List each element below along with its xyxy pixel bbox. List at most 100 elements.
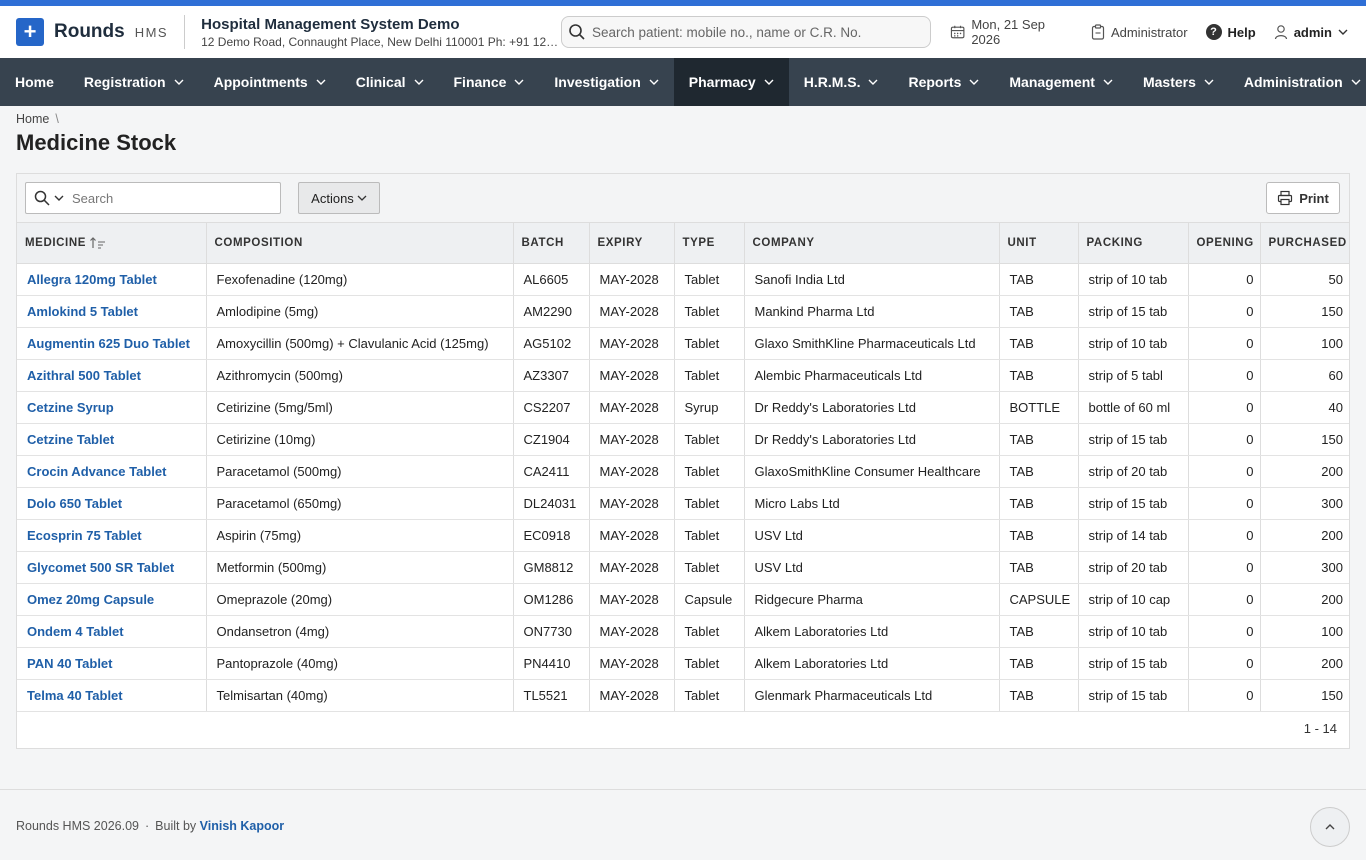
packing-cell: strip of 15 tab (1078, 423, 1189, 456)
opening-cell: 0 (1188, 583, 1261, 616)
table-row: Ecosprin 75 Tablet Aspirin (75mg) EC0918 MA… (17, 519, 1349, 552)
table-row: Ondem 4 Tablet Ondansetron (4mg) ON7730 MAY… (17, 615, 1349, 648)
column-header-batch[interactable]: BATCH (513, 223, 590, 264)
column-header-opening[interactable]: OPENING (1188, 223, 1261, 264)
nav-item-label: Registration (83, 74, 166, 90)
opening-cell: 0 (1188, 615, 1261, 648)
medicine-cell[interactable]: Crocin Advance Tablet (17, 455, 207, 488)
column-header-label: OPENING (1196, 236, 1254, 249)
batch-cell: CS2207 (513, 391, 590, 424)
nav-item-management[interactable]: Management (994, 58, 1128, 106)
opening-cell: 0 (1188, 263, 1261, 296)
breadcrumb-home[interactable]: Home (16, 112, 49, 126)
chevron-down-icon (414, 79, 423, 85)
medicine-cell[interactable]: Telma 40 Tablet (17, 679, 207, 712)
column-header-label: EXPIRY (597, 236, 643, 249)
company-cell: USV Ltd (744, 551, 1000, 584)
patient-search-input[interactable] (592, 24, 922, 40)
table-row: Cetzine Tablet Cetirizine (10mg) CZ1904 MAY… (17, 423, 1349, 456)
medicine-cell[interactable]: Omez 20mg Capsule (17, 583, 207, 616)
nav-item-reports[interactable]: Reports (893, 58, 994, 106)
column-header-composition[interactable]: COMPOSITION (206, 223, 514, 264)
medicine-cell[interactable]: Dolo 650 Tablet (17, 487, 207, 520)
nav-item-clinical[interactable]: Clinical (341, 58, 439, 106)
footer-author-link[interactable]: Vinish Kapoor (200, 819, 285, 833)
unit-cell: TAB (999, 455, 1079, 488)
scroll-to-top-button[interactable] (1310, 807, 1350, 847)
composition-cell: Telmisartan (40mg) (206, 679, 514, 712)
nav-item-finance[interactable]: Finance (439, 58, 540, 106)
logo-plus-icon[interactable]: + (16, 18, 44, 46)
table-search-box[interactable] (25, 182, 281, 214)
composition-cell: Paracetamol (650mg) (206, 487, 514, 520)
footer-built-by: Built by (155, 819, 197, 833)
medicine-cell[interactable]: Cetzine Syrup (17, 391, 207, 424)
stock-card: Actions Print MEDICINE COMPOSITION BATCH EX… (16, 173, 1350, 749)
medicine-cell[interactable]: Glycomet 500 SR Tablet (17, 551, 207, 584)
unit-cell: CAPSULE (999, 583, 1079, 616)
expiry-cell: MAY-2028 (589, 295, 675, 328)
breadcrumb: Home \ (16, 112, 59, 126)
nav-item-home[interactable]: Home (0, 58, 69, 106)
opening-cell: 0 (1188, 327, 1261, 360)
medicine-cell[interactable]: Azithral 500 Tablet (17, 359, 207, 392)
unit-cell: BOTTLE (999, 391, 1079, 424)
column-header-packing[interactable]: PACKING (1078, 223, 1189, 264)
column-header-purchased[interactable]: PURCHASED (1260, 223, 1349, 264)
column-header-unit[interactable]: UNIT (999, 223, 1079, 264)
composition-cell: Omeprazole (20mg) (206, 583, 514, 616)
nav-item-label: Investigation (554, 74, 641, 90)
nav-item-investigation[interactable]: Investigation (539, 58, 673, 106)
opening-cell: 0 (1188, 359, 1261, 392)
footer-dot: · (145, 819, 150, 833)
column-header-type[interactable]: TYPE (674, 223, 745, 264)
nav-item-appointments[interactable]: Appointments (199, 58, 341, 106)
nav-item-masters[interactable]: Masters (1128, 58, 1229, 106)
packing-cell: strip of 20 tab (1078, 551, 1189, 584)
role-display[interactable]: Administrator (1091, 24, 1188, 40)
medicine-cell[interactable]: Allegra 120mg Tablet (17, 263, 207, 296)
table-row: Azithral 500 Tablet Azithromycin (500mg) A… (17, 359, 1349, 392)
medicine-cell[interactable]: Augmentin 625 Duo Tablet (17, 327, 207, 360)
nav-item-pharmacy[interactable]: Pharmacy (673, 58, 789, 106)
column-header-company[interactable]: COMPANY (744, 223, 1000, 264)
expiry-cell: MAY-2028 (589, 391, 675, 424)
sort-ascending-icon[interactable] (90, 236, 106, 249)
table-row: Telma 40 Tablet Telmisartan (40mg) TL5521 M… (17, 679, 1349, 712)
composition-cell: Fexofenadine (120mg) (206, 263, 514, 296)
expiry-cell: MAY-2028 (589, 551, 675, 584)
nav-item-administration[interactable]: Administration (1229, 58, 1366, 106)
expiry-cell: MAY-2028 (589, 679, 675, 712)
medicine-cell[interactable]: Ecosprin 75 Tablet (17, 519, 207, 552)
help-link[interactable]: ? Help (1205, 24, 1256, 40)
medicine-cell[interactable]: Cetzine Tablet (17, 423, 207, 456)
user-menu[interactable]: admin (1274, 24, 1348, 40)
company-cell: GlaxoSmithKline Consumer Healthcare (744, 455, 1000, 488)
composition-cell: Paracetamol (500mg) (206, 455, 514, 488)
unit-cell: TAB (999, 295, 1079, 328)
table-search-input[interactable] (72, 190, 272, 206)
batch-cell: ON7730 (513, 615, 590, 648)
company-cell: Dr Reddy's Laboratories Ltd (744, 391, 1000, 424)
purchased-cell: 50 (1260, 263, 1349, 296)
nav-item-label: H.R.M.S. (803, 74, 861, 90)
medicine-cell[interactable]: Ondem 4 Tablet (17, 615, 207, 648)
expiry-cell: MAY-2028 (589, 263, 675, 296)
column-header-medicine[interactable]: MEDICINE (17, 223, 207, 264)
medicine-cell[interactable]: Amlokind 5 Tablet (17, 295, 207, 328)
nav-item-h-r-m-s[interactable]: H.R.M.S. (789, 58, 894, 106)
chevron-down-icon[interactable] (54, 195, 64, 201)
nav-item-registration[interactable]: Registration (69, 58, 199, 106)
company-cell: Glenmark Pharmaceuticals Ltd (744, 679, 1000, 712)
chevron-down-icon (174, 79, 184, 85)
print-button[interactable]: Print (1266, 182, 1340, 214)
table-header: MEDICINE COMPOSITION BATCH EXPIRY TYPE COMPAN… (17, 223, 1349, 264)
type-cell: Tablet (674, 487, 745, 520)
medicine-cell[interactable]: PAN 40 Tablet (17, 647, 207, 680)
composition-cell: Amoxycillin (500mg) + Clavulanic Acid (1… (206, 327, 514, 360)
app-header: + Rounds HMS Hospital Management System … (0, 6, 1366, 58)
column-header-expiry[interactable]: EXPIRY (589, 223, 675, 264)
batch-cell: OM1286 (513, 583, 590, 616)
actions-button[interactable]: Actions (298, 182, 380, 214)
patient-search-box[interactable] (561, 16, 931, 48)
